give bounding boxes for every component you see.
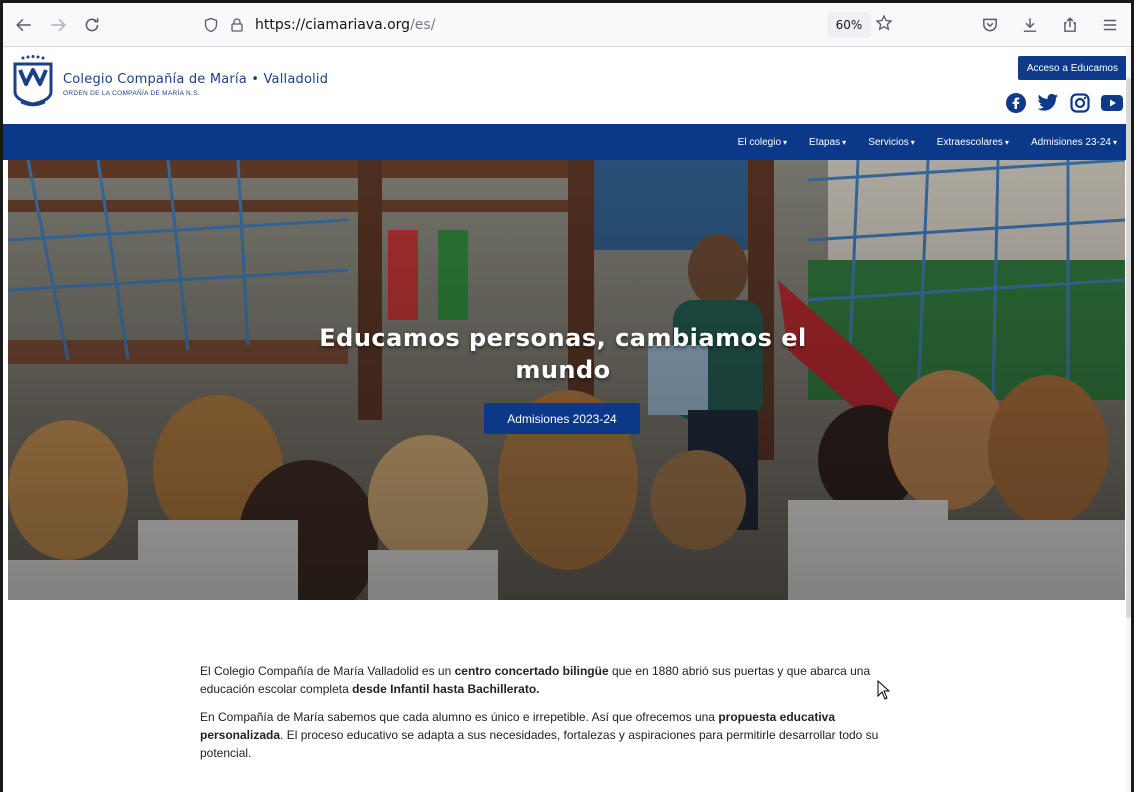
reload-icon[interactable]: [75, 8, 109, 42]
hero-banner: Educamos personas, cambiamos el mundo Ad…: [8, 160, 1125, 600]
youtube-icon[interactable]: [1101, 92, 1123, 114]
shield-icon[interactable]: [203, 17, 219, 33]
nav-label: Extraescolares: [936, 136, 1003, 148]
back-icon[interactable]: [7, 8, 41, 42]
url-host: https://ciamariava.org: [255, 17, 411, 33]
nav-label: Etapas: [809, 136, 841, 148]
nav-item-etapas[interactable]: Etapas ▾: [809, 137, 846, 148]
menu-icon[interactable]: [1093, 8, 1127, 42]
pocket-icon[interactable]: [973, 8, 1007, 42]
chevron-down-icon: ▾: [1004, 137, 1009, 147]
lock-icon[interactable]: [229, 17, 245, 33]
browser-toolbar: https://ciamariava.org/es/ 60%: [3, 3, 1131, 47]
nav-label: Servicios: [868, 136, 909, 148]
chevron-down-icon: ▾: [910, 137, 915, 147]
intro-text: El Colegio Compañía de María Valladolid …: [200, 662, 920, 772]
nav-item-servicios[interactable]: Servicios ▾: [868, 137, 915, 148]
hero-title: Educamos personas, cambiamos el mundo: [319, 324, 807, 384]
chevron-down-icon: ▾: [783, 137, 788, 147]
forward-icon[interactable]: [41, 8, 75, 42]
text-span: En Compañía de María sabemos que cada al…: [200, 710, 719, 724]
intro-paragraph-2: En Compañía de María sabemos que cada al…: [200, 708, 920, 762]
admissions-button[interactable]: Admisiones 2023-24: [484, 403, 640, 434]
instagram-icon[interactable]: [1069, 92, 1091, 114]
text-span: . El proceso educativo se adapta a sus n…: [200, 728, 879, 760]
facebook-icon[interactable]: [1005, 92, 1027, 114]
share-icon[interactable]: [1053, 8, 1087, 42]
download-icon[interactable]: [1013, 8, 1047, 42]
brand-name[interactable]: Colegio Compañía de María • Valladolid: [63, 72, 328, 87]
nav-item-extraescolares[interactable]: Extraescolares ▾: [937, 137, 1009, 148]
chevron-down-icon: ▾: [1112, 137, 1117, 147]
scrollbar[interactable]: [1126, 48, 1131, 792]
site-header: Colegio Compañía de María • Valladolid O…: [3, 48, 1131, 124]
intro-paragraph-1: El Colegio Compañía de María Valladolid …: [200, 662, 920, 698]
url-path: /es/: [410, 17, 436, 33]
brand-subtitle: ORDEN DE LA COMPAÑÍA DE MARÍA N.S.: [63, 90, 200, 97]
mouse-cursor-icon: [877, 680, 891, 700]
url-text[interactable]: https://ciamariava.org/es/: [255, 17, 435, 33]
chevron-down-icon: ▾: [842, 137, 847, 147]
text-span: El Colegio Compañía de María Valladolid …: [200, 664, 455, 678]
twitter-icon[interactable]: [1037, 92, 1059, 114]
nav-label: El colegio: [737, 136, 782, 148]
social-links: [1005, 92, 1123, 114]
zoom-level[interactable]: 60%: [827, 12, 871, 38]
main-nav: El colegio ▾ Etapas ▾ Servicios ▾ Extraesco…: [3, 124, 1131, 160]
nav-label: Admisiones 23-24: [1030, 136, 1111, 148]
scrollbar-thumb[interactable]: [1126, 78, 1131, 618]
text-bold: desde Infantil hasta Bachillerato.: [352, 682, 540, 696]
star-icon[interactable]: [875, 14, 893, 36]
nav-item-el-colegio[interactable]: El colegio ▾: [738, 137, 787, 148]
school-logo-icon[interactable]: [11, 54, 55, 110]
url-bar[interactable]: https://ciamariava.org/es/ 60%: [199, 10, 909, 40]
nav-item-admisiones[interactable]: Admisiones 23-24 ▾: [1031, 137, 1117, 148]
educamos-access-button[interactable]: Acceso a Educamos: [1017, 56, 1127, 80]
text-bold: centro concertado bilingüe: [454, 664, 609, 678]
